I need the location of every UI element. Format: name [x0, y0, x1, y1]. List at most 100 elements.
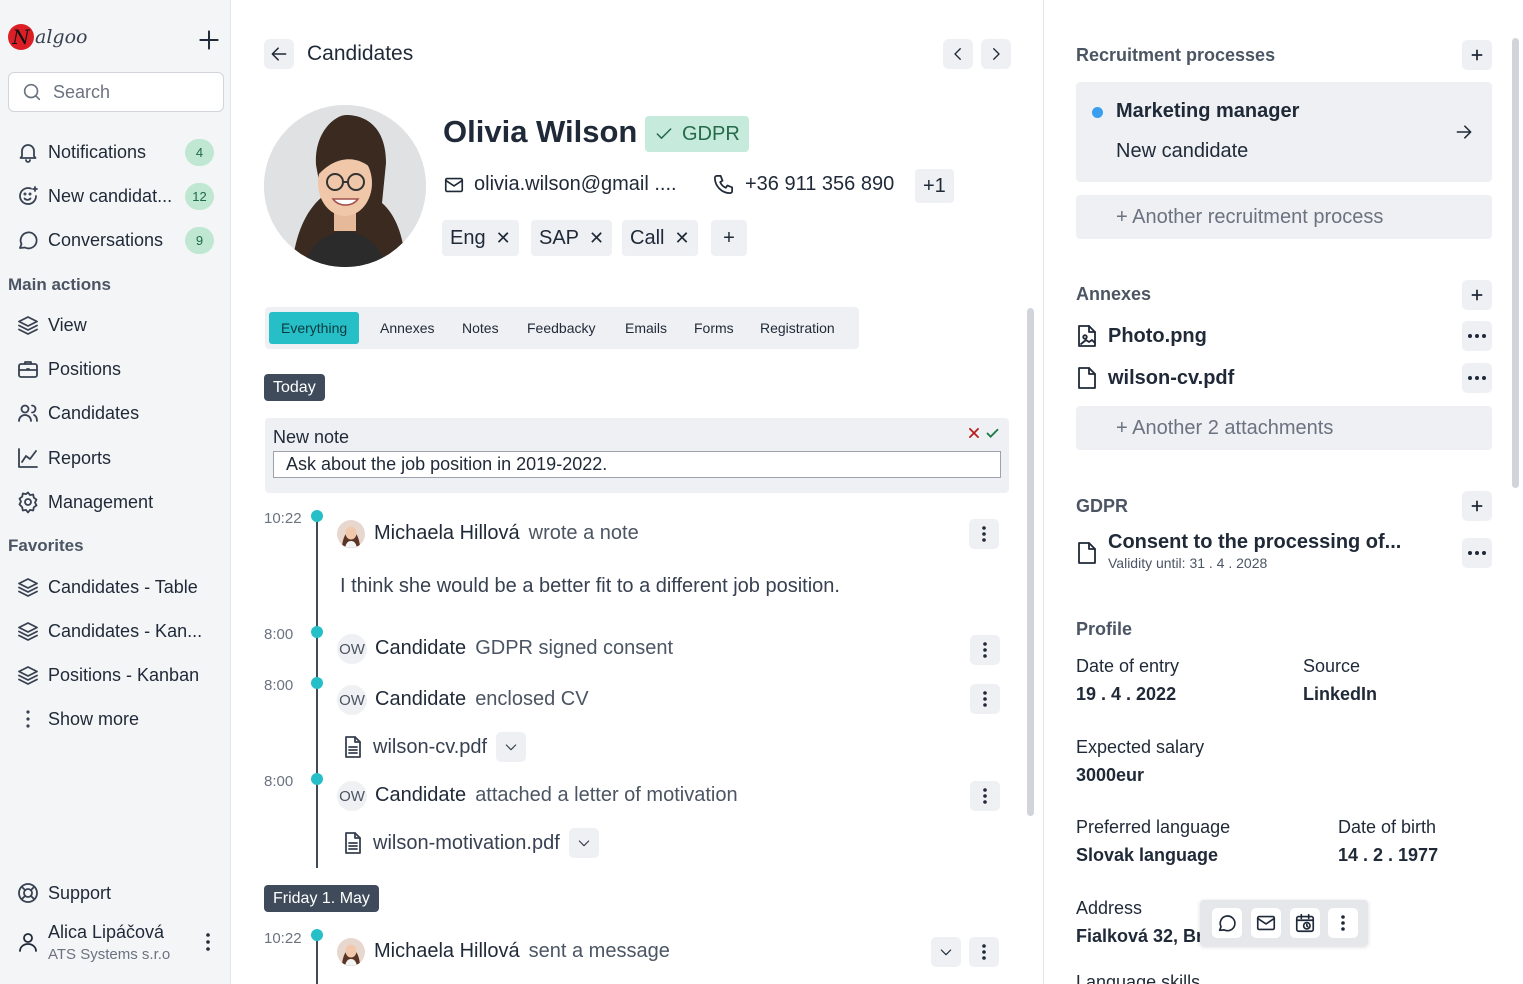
sidebar-item-reports[interactable]: Reports: [8, 438, 222, 478]
tag-chip[interactable]: Eng ✕: [442, 220, 519, 256]
candidate-email[interactable]: olivia.wilson@gmail ....: [443, 173, 677, 196]
source-value: LinkedIn: [1303, 684, 1378, 704]
logo-mark: N: [8, 24, 34, 50]
avatar-initials: OW: [337, 685, 367, 715]
event-time: 10:22: [264, 930, 302, 947]
close-icon[interactable]: [967, 426, 981, 440]
add-annex-button[interactable]: [1462, 280, 1492, 310]
annex-menu-button[interactable]: [1462, 321, 1492, 351]
attachment-name: wilson-motivation.pdf: [373, 831, 560, 854]
remove-tag-icon[interactable]: ✕: [674, 228, 689, 249]
tab-feedbacky[interactable]: Feedbacky: [527, 312, 595, 344]
sidebar-item-conversations[interactable]: Conversations 9: [8, 220, 222, 260]
count-badge: 9: [185, 227, 214, 254]
more-phones-button[interactable]: +1: [915, 169, 954, 203]
add-gdpr-button[interactable]: [1462, 491, 1492, 521]
tab-emails[interactable]: Emails: [625, 312, 667, 344]
sidebar: N algoo Search Notifications 4 New candi…: [0, 0, 231, 984]
email-value: olivia.wilson@gmail ....: [474, 173, 677, 195]
add-process-button[interactable]: [1462, 40, 1492, 70]
more-vertical-icon: [982, 526, 986, 542]
event-menu-button[interactable]: [970, 684, 1000, 714]
tab-forms[interactable]: Forms: [694, 312, 734, 344]
add-icon[interactable]: [196, 27, 222, 53]
annex-menu-button[interactable]: [1462, 363, 1492, 393]
tag-label: Call: [630, 226, 665, 249]
show-more-button[interactable]: Show more: [8, 699, 222, 739]
timeline-scrollbar[interactable]: [1027, 308, 1034, 816]
tag-chip[interactable]: SAP ✕: [531, 220, 613, 256]
more-vertical-icon: [983, 691, 987, 707]
event-author: Candidate: [375, 688, 467, 710]
annex-item[interactable]: wilson-cv.pdf: [1076, 366, 1234, 390]
back-button[interactable]: [264, 39, 294, 69]
status-dot: [1092, 107, 1103, 118]
sidebar-item-view[interactable]: View: [8, 305, 222, 345]
timeline-event: Michaela Hillová sent a message: [374, 940, 670, 963]
remove-tag-icon[interactable]: ✕: [589, 228, 604, 249]
calendar-clock-icon: [1295, 913, 1315, 933]
note-input[interactable]: Ask about the job position in 2019-2022.: [273, 451, 1001, 478]
remove-tag-icon[interactable]: ✕: [496, 228, 511, 249]
check-icon[interactable]: [985, 426, 1000, 441]
another-process-button[interactable]: + Another recruitment process: [1076, 195, 1492, 239]
event-menu-button[interactable]: [969, 519, 999, 549]
expand-button[interactable]: [496, 732, 527, 762]
sidebar-item-label: New candidat...: [48, 185, 173, 206]
candidate-phone[interactable]: +36 911 356 890: [712, 173, 894, 196]
expand-button[interactable]: [931, 937, 961, 967]
annex-item[interactable]: Photo.png: [1076, 324, 1207, 348]
sidebar-item-positions[interactable]: Positions: [8, 349, 222, 389]
timeline-event: Candidate GDPR signed consent: [375, 637, 673, 660]
tag-chip[interactable]: Call ✕: [622, 220, 698, 256]
sidebar-item-label: Management: [48, 491, 154, 512]
gdpr-badge[interactable]: GDPR: [645, 116, 749, 152]
process-card[interactable]: Marketing manager New candidate: [1076, 82, 1492, 182]
sidebar-item-candidates-table[interactable]: Candidates - Table: [8, 567, 222, 607]
attachment-row[interactable]: wilson-motivation.pdf: [343, 828, 599, 858]
candidate-name: Olivia Wilson: [443, 114, 638, 149]
attachment-row[interactable]: wilson-cv.pdf: [343, 732, 527, 762]
add-tag-button[interactable]: +: [711, 220, 747, 256]
sidebar-item-notifications[interactable]: Notifications 4: [8, 132, 222, 172]
sidebar-item-candidates-kanban[interactable]: Candidates - Kan...: [8, 611, 222, 651]
sidebar-item-management[interactable]: Management: [8, 482, 222, 522]
arrow-right-icon[interactable]: [1454, 122, 1474, 142]
users-icon: [18, 404, 38, 422]
search-input[interactable]: Search: [8, 72, 224, 112]
sidebar-item-support[interactable]: Support: [8, 873, 222, 913]
sidebar-item-positions-kanban[interactable]: Positions - Kanban: [8, 655, 222, 695]
tab-everything[interactable]: Everything: [269, 312, 360, 344]
event-menu-button[interactable]: [969, 937, 999, 967]
details-scrollbar[interactable]: [1512, 38, 1519, 488]
tab-registration[interactable]: Registration: [760, 312, 835, 344]
user-company: ATS Systems s.r.o: [48, 946, 171, 963]
chevron-right-icon: [993, 48, 1000, 60]
annex-name: Photo.png: [1108, 324, 1207, 347]
user-name: Alica Lipáčová: [48, 922, 165, 942]
another-attachments-button[interactable]: + Another 2 attachments: [1076, 406, 1492, 450]
app-logo[interactable]: N algoo: [8, 24, 87, 50]
message-button[interactable]: [1212, 908, 1242, 938]
user-profile[interactable]: Alica Lipáčová ATS Systems s.r.o: [16, 922, 222, 966]
email-button[interactable]: [1251, 908, 1281, 938]
event-author: Michaela Hillová: [374, 522, 520, 544]
event-menu-button[interactable]: [970, 781, 1000, 811]
user-icon: [19, 933, 37, 952]
sidebar-item-new-candidates[interactable]: New candidat... 12: [8, 176, 222, 216]
next-candidate-button[interactable]: [981, 39, 1011, 69]
expand-button[interactable]: [568, 828, 599, 858]
event-menu-button[interactable]: [970, 635, 1000, 665]
new-note-editor: New note Ask about the job position in 2…: [265, 418, 1009, 493]
tab-annexes[interactable]: Annexes: [380, 312, 434, 344]
previous-candidate-button[interactable]: [943, 39, 973, 69]
tab-notes[interactable]: Notes: [462, 312, 499, 344]
bell-icon: [19, 144, 37, 163]
schedule-button[interactable]: [1290, 908, 1320, 938]
sidebar-item-candidates[interactable]: Candidates: [8, 393, 222, 433]
gdpr-document-title[interactable]: Consent to the processing of...: [1108, 531, 1401, 554]
gdpr-menu-button[interactable]: [1462, 538, 1492, 568]
more-actions-button[interactable]: [1328, 908, 1358, 938]
more-vertical-icon[interactable]: [198, 930, 218, 954]
plus-icon: [1471, 49, 1483, 61]
